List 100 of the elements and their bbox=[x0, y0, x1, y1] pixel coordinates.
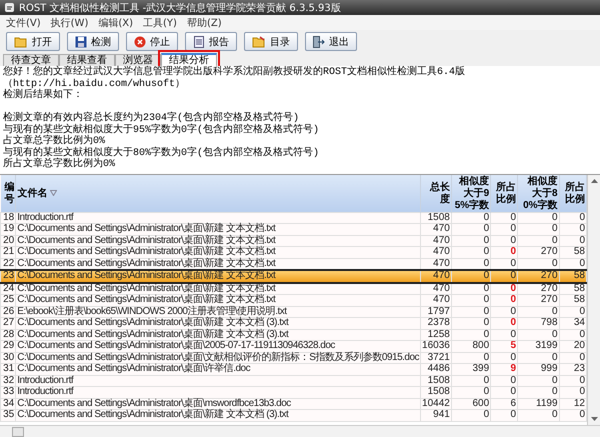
table-cell: 941 bbox=[420, 410, 452, 421]
table-row[interactable]: 28 C:\Documents and Settings\Administrator\桌面\新建 文本文档 (3).txt 1258 0 0 0 0 bbox=[0, 329, 586, 340]
report-line: 检测文章的有效内容总长度约为2304字(包含内部空格及格式符号) bbox=[3, 113, 300, 124]
table-cell: 0 bbox=[490, 306, 518, 318]
table-cell: 800 bbox=[451, 340, 491, 352]
table-cell: 1797 bbox=[420, 306, 452, 318]
table-cell: 0 bbox=[451, 212, 491, 224]
table-cell: 0 bbox=[451, 270, 491, 282]
table-cell: Introduction.rtf bbox=[16, 386, 421, 398]
table-cell: 3721 bbox=[420, 352, 452, 364]
table-row[interactable]: 20 C:\Documents and Settings\Administrator\桌面\新建 文本文档.txt 470 0 0 0 0 bbox=[0, 235, 586, 246]
tab[interactable]: 待查文章 bbox=[3, 54, 59, 66]
report-line: 所占文章总字数比例为0% bbox=[3, 159, 116, 170]
toolbar-button[interactable]: 打开 bbox=[6, 32, 60, 51]
tab[interactable]: 浏览器 bbox=[115, 54, 161, 66]
table-cell: 0 bbox=[490, 386, 518, 398]
toolbar-button[interactable]: 停止 bbox=[126, 32, 178, 51]
up-arrow-icon[interactable] bbox=[590, 178, 598, 182]
table-cell: 1199 bbox=[518, 398, 560, 410]
table-cell: 0 bbox=[490, 282, 518, 294]
table-cell: C:\Documents and Settings\Administrator\桌面\新建 文本文档 (3).txt bbox=[16, 318, 421, 329]
table-row[interactable]: 34 C:\Documents and Settings\Administrator\桌面\mswordfbce13b3.doc 10442 600 6 1199 12 bbox=[0, 398, 586, 410]
column-header[interactable]: 所占比例 bbox=[559, 174, 586, 212]
table-cell: 24 bbox=[0, 282, 16, 294]
app-icon bbox=[4, 2, 15, 13]
table-cell: E:\ebook\注册表\book65\WINDOWS 2000注册表管理\使用说明.txt bbox=[16, 306, 421, 318]
table-cell: 29 bbox=[0, 340, 16, 352]
table-cell: 26 bbox=[0, 306, 16, 318]
table-row[interactable]: 33 Introduction.rtf 1508 0 0 0 0 bbox=[0, 386, 586, 398]
table-row[interactable]: 27 C:\Documents and Settings\Administrator\桌面\新建 文本文档 (3).txt 2378 0 0 798 34 bbox=[0, 318, 586, 329]
tab[interactable]: 结果分析 bbox=[161, 53, 217, 66]
table-cell: 0 bbox=[518, 375, 560, 386]
table-row[interactable]: 26 E:\ebook\注册表\book65\WINDOWS 2000注册表管理\使用说明.txt 1797 0 0 0 0 bbox=[0, 306, 586, 318]
table-cell: 270 bbox=[518, 282, 560, 294]
table-row[interactable]: 35 C:\Documents and Settings\Administrator\桌面\新建 文本文档 (3).txt 941 0 0 0 0 bbox=[0, 410, 586, 421]
table-cell: 16036 bbox=[420, 340, 452, 352]
toolbar-button[interactable]: 目录 bbox=[244, 32, 298, 51]
table-cell: 0 bbox=[518, 329, 560, 340]
table-cell: 4486 bbox=[420, 364, 452, 375]
table-cell: 0 bbox=[451, 329, 491, 340]
tab[interactable]: 结果查看 bbox=[59, 54, 115, 66]
vertical-scrollbar[interactable] bbox=[587, 174, 600, 425]
horizontal-scrollbar[interactable] bbox=[0, 425, 600, 437]
menu-item[interactable]: 文件(V) bbox=[6, 16, 41, 30]
table-row[interactable]: 18 Introduction.rtf 1508 0 0 0 0 bbox=[0, 212, 586, 224]
column-header[interactable]: 相似度大于80%字数 bbox=[518, 174, 560, 212]
column-header[interactable]: 文件名 bbox=[16, 174, 421, 212]
table-cell: 3199 bbox=[518, 340, 560, 352]
table-cell: C:\Documents and Settings\Administrator\桌面\2005-07-17-1191130946328.doc bbox=[16, 340, 421, 352]
table-row[interactable]: 21 C:\Documents and Settings\Administrator\桌面\新建 文本文档.txt 470 0 0 270 58 bbox=[0, 246, 586, 258]
toolbar-button[interactable]: 退出 bbox=[305, 32, 357, 51]
window-title: ROST 文档相似性检测工具 -武汉大学信息管理学院荣誉贡献 6.3.5.93版 bbox=[19, 2, 341, 14]
report-icon bbox=[193, 36, 205, 48]
table-cell: 0 bbox=[451, 352, 491, 364]
table-cell: 58 bbox=[559, 270, 586, 282]
table-row[interactable]: 29 C:\Documents and Settings\Administrator\桌面\2005-07-17-1191130946328.doc 16036 800 5 3199 20 bbox=[0, 340, 586, 352]
column-header[interactable]: 相似度大于95%字数 bbox=[451, 174, 491, 212]
table-cell: 0 bbox=[451, 410, 491, 421]
menu-item[interactable]: 执行(W) bbox=[50, 16, 88, 30]
table-row[interactable]: 32 Introduction.rtf 1508 0 0 0 0 bbox=[0, 375, 586, 386]
table-cell: C:\Documents and Settings\Administrator\桌面\新建 文本文档.txt bbox=[16, 246, 421, 258]
table-cell: 35 bbox=[0, 410, 16, 421]
table-row[interactable]: 25 C:\Documents and Settings\Administrator\桌面\新建 文本文档.txt 470 0 0 270 58 bbox=[0, 294, 586, 306]
toolbar-button[interactable]: 报告 bbox=[185, 32, 237, 51]
folder-icon bbox=[14, 36, 28, 48]
table-row[interactable]: 30 C:\Documents and Settings\Administrator\桌面\文献相似评价的新指标：S指数及系列参数0915.doc 3721 0 0 0 0 bbox=[0, 352, 586, 364]
table-cell: 0 bbox=[518, 306, 560, 318]
table-row[interactable]: 31 C:\Documents and Settings\Administrator\桌面\许举信.doc 4486 399 9 999 23 bbox=[0, 364, 586, 375]
down-arrow-icon[interactable] bbox=[590, 417, 598, 422]
table-cell: 18 bbox=[0, 212, 16, 224]
table-cell: 0 bbox=[451, 375, 491, 386]
toolbar-button[interactable]: 检测 bbox=[67, 32, 119, 51]
table-cell: 33 bbox=[0, 386, 16, 398]
table-cell: 25 bbox=[0, 294, 16, 306]
table-cell: 270 bbox=[518, 294, 560, 306]
table-cell: 0 bbox=[490, 318, 518, 329]
table-cell: 0 bbox=[490, 410, 518, 421]
menu-item[interactable]: 帮助(Z) bbox=[186, 16, 222, 30]
report-line: 检测后结果如下： bbox=[3, 90, 83, 101]
table-cell: 0 bbox=[451, 246, 491, 258]
column-header[interactable]: 编号 bbox=[0, 174, 16, 212]
table-cell: 0 bbox=[490, 270, 518, 282]
table-cell: 0 bbox=[451, 306, 491, 318]
menu-item[interactable]: 工具(Y) bbox=[143, 16, 177, 30]
report-line: 您好！您的文章经过武汉大学信息管理学院出版科学系沈阳副教授研发的ROST文档相似性检测工具6.4版（http://hi.baidu.com/whusoft） bbox=[3, 67, 466, 90]
table-cell: 0 bbox=[451, 386, 491, 398]
table-cell: 470 bbox=[420, 246, 452, 258]
table-cell: 1508 bbox=[420, 386, 452, 398]
table-row[interactable]: 19 C:\Documents and Settings\Administrator\桌面\新建 文本文档.txt 470 0 0 0 0 bbox=[0, 224, 586, 235]
table-cell: 0 bbox=[490, 329, 518, 340]
report-line: 与现有的某些文献相似度大于80%字数为0字(包含内部空格及格式符号) bbox=[3, 148, 320, 158]
table-cell: C:\Documents and Settings\Administrator\桌面\文献相似评价的新指标：S指数及系列参数0915.doc bbox=[16, 352, 421, 364]
column-header[interactable]: 所占比例 bbox=[490, 174, 518, 212]
sort-icon bbox=[50, 190, 58, 196]
table-cell: Introduction.rtf bbox=[16, 375, 421, 386]
table-cell: 5 bbox=[490, 340, 518, 352]
column-header[interactable]: 总长度 bbox=[420, 174, 452, 212]
menu-item[interactable]: 编辑(X) bbox=[98, 16, 134, 30]
table-cell: 31 bbox=[0, 364, 16, 375]
table-cell: 0 bbox=[518, 410, 560, 421]
